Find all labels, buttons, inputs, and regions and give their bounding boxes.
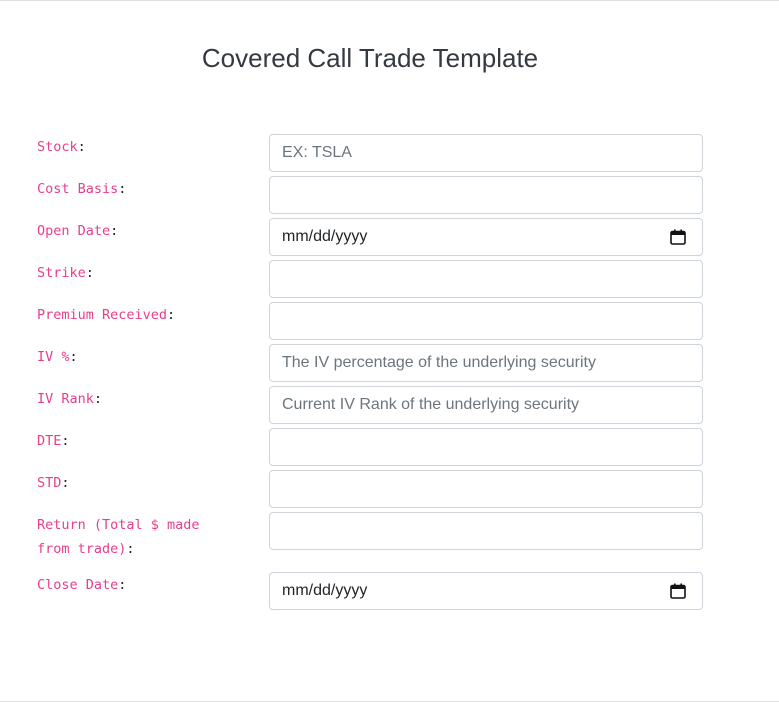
- strike-label-text: Strike: [37, 265, 86, 281]
- label-colon: :: [61, 433, 70, 449]
- stock-label-text: Stock: [37, 139, 78, 155]
- close-date-value: mm/dd/yyyy: [282, 582, 368, 599]
- calendar-icon[interactable]: [670, 229, 686, 245]
- cost-basis-label: Cost Basis:: [37, 177, 237, 201]
- std-label: STD:: [37, 471, 237, 495]
- label-colon: :: [167, 307, 176, 323]
- premium-received-label-text: Premium Received: [37, 307, 168, 323]
- dte-input[interactable]: [269, 428, 703, 466]
- dte-label-text: DTE: [37, 433, 62, 449]
- iv-percent-label: IV %:: [37, 345, 237, 369]
- label-colon: :: [118, 577, 127, 593]
- bottom-divider: [0, 701, 779, 702]
- label-colon: :: [126, 541, 135, 557]
- strike-label: Strike:: [37, 261, 237, 285]
- iv-percent-input[interactable]: [269, 344, 703, 382]
- iv-rank-label-text: IV Rank: [37, 391, 94, 407]
- close-date-input[interactable]: mm/dd/yyyy: [269, 572, 703, 610]
- premium-received-input[interactable]: [269, 302, 703, 340]
- close-date-label-text: Close Date: [37, 577, 119, 593]
- std-input[interactable]: [269, 470, 703, 508]
- stock-label: Stock:: [37, 135, 237, 159]
- label-colon: :: [69, 349, 78, 365]
- return-input[interactable]: [269, 512, 703, 550]
- label-colon: :: [110, 223, 119, 239]
- label-colon: :: [93, 391, 103, 407]
- calendar-icon[interactable]: [670, 583, 686, 599]
- open-date-value: mm/dd/yyyy: [282, 228, 368, 245]
- std-label-text: STD: [37, 475, 62, 491]
- iv-rank-label: IV Rank:: [37, 387, 237, 411]
- iv-rank-input[interactable]: [269, 386, 703, 424]
- label-colon: :: [85, 265, 94, 281]
- return-label-text: Return (Total $ made from trade): [37, 517, 200, 557]
- open-date-input[interactable]: mm/dd/yyyy: [269, 218, 703, 256]
- return-label: Return (Total $ made from trade):: [37, 513, 227, 561]
- open-date-label: Open Date:: [37, 219, 237, 243]
- dte-label: DTE:: [37, 429, 237, 453]
- strike-input[interactable]: [269, 260, 703, 298]
- page-title: Covered Call Trade Template: [201, 43, 539, 73]
- top-divider: [0, 0, 779, 1]
- stock-input[interactable]: [269, 134, 703, 172]
- label-colon: :: [77, 139, 86, 155]
- iv-percent-label-text: IV %: [37, 349, 70, 365]
- cost-basis-input[interactable]: [269, 176, 703, 214]
- label-colon: :: [118, 181, 127, 197]
- close-date-label: Close Date:: [37, 573, 237, 597]
- open-date-label-text: Open Date: [37, 223, 111, 239]
- cost-basis-label-text: Cost Basis: [37, 181, 119, 197]
- label-colon: :: [61, 475, 70, 491]
- premium-received-label: Premium Received:: [37, 303, 237, 327]
